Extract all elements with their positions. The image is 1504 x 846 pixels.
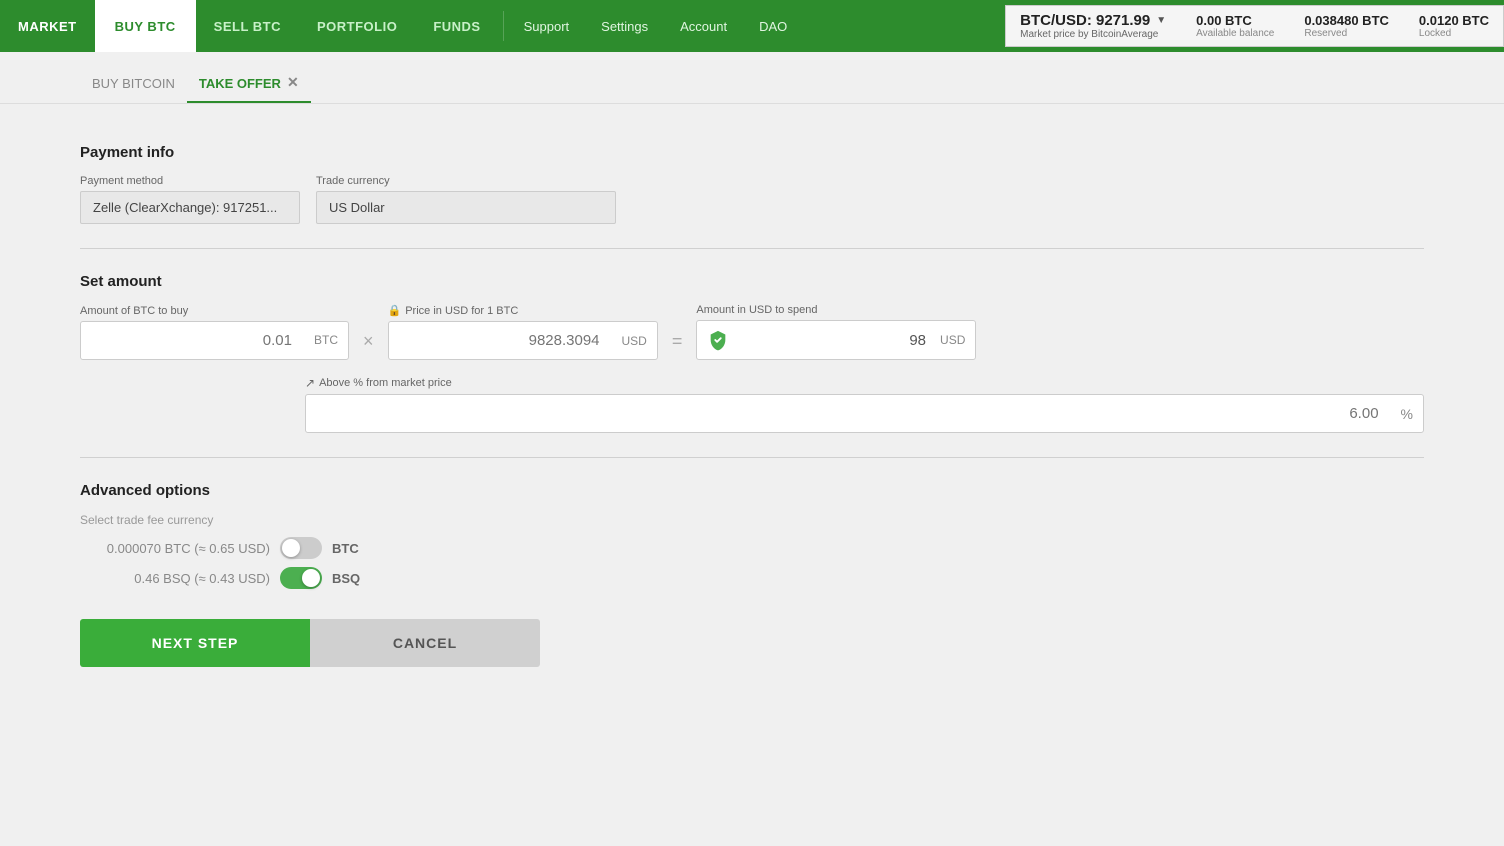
market-price-value: BTC/USD: 9271.99 ▼: [1020, 12, 1166, 29]
nav-item-support[interactable]: Support: [508, 0, 586, 52]
price-input[interactable]: [389, 322, 612, 359]
bsq-fee-row: 0.46 BSQ (≈ 0.43 USD) BSQ: [80, 567, 1424, 589]
nav-separator: [503, 11, 504, 41]
reserved-balance-label: Reserved: [1304, 28, 1389, 39]
reserved-balance-block: 0.038480 BTC Reserved: [1304, 13, 1389, 39]
pct-row-wrapper: ↗ Above % from market price %: [295, 376, 1424, 433]
btc-toggle-track: [280, 537, 322, 559]
equals-sign: =: [668, 331, 687, 352]
bsq-toggle-thumb: [302, 569, 320, 587]
btc-amount-input[interactable]: [81, 322, 304, 359]
advanced-options-title: Advanced options: [80, 482, 1424, 499]
pct-sign: %: [1391, 406, 1423, 422]
payment-info-title: Payment info: [80, 144, 1424, 161]
result-value: 98: [739, 332, 930, 349]
nav-item-account[interactable]: Account: [664, 0, 743, 52]
price-dropdown-icon[interactable]: ▼: [1156, 15, 1166, 26]
tab-take-offer[interactable]: TAKE OFFER ✕: [187, 52, 311, 103]
nav-item-buy-btc[interactable]: BUY BTC: [95, 0, 196, 52]
payment-method-value: Zelle (ClearXchange): 917251...: [80, 191, 300, 224]
result-label: Amount in USD to spend: [696, 304, 976, 316]
price-input-box: USD: [388, 321, 658, 360]
result-box: 98 USD: [696, 320, 976, 360]
payment-method-label: Payment method: [80, 175, 300, 187]
btc-currency: BTC: [304, 333, 348, 347]
nav-item-market[interactable]: MARKET: [0, 0, 95, 52]
top-nav: MARKET BUY BTC SELL BTC PORTFOLIO FUNDS …: [0, 0, 1504, 52]
available-balance-label: Available balance: [1196, 28, 1274, 39]
tab-bar: BUY BITCOIN TAKE OFFER ✕: [0, 52, 1504, 104]
btc-amount-label: Amount of BTC to buy: [80, 305, 349, 317]
main-content: BUY BITCOIN TAKE OFFER ✕ Payment info Pa…: [0, 52, 1504, 846]
locked-balance-label: Locked: [1419, 28, 1489, 39]
lock-icon: 🔒: [388, 304, 402, 317]
available-balance-block: 0.00 BTC Available balance: [1196, 13, 1274, 39]
set-amount-section: Set amount Amount of BTC to buy BTC × 🔒: [80, 273, 1424, 433]
trade-currency-value: US Dollar: [316, 191, 616, 224]
pct-group: ↗ Above % from market price %: [305, 376, 1424, 433]
trade-currency-group: Trade currency US Dollar: [316, 175, 616, 224]
section-divider-2: [80, 457, 1424, 458]
tab-buy-bitcoin[interactable]: BUY BITCOIN: [80, 52, 187, 103]
reserved-balance-value: 0.038480 BTC: [1304, 13, 1389, 28]
shield-icon-wrap: [697, 321, 739, 359]
btc-fee-currency: BTC: [332, 541, 359, 556]
price-group: 🔒 Price in USD for 1 BTC USD: [388, 304, 658, 360]
market-info-panel: BTC/USD: 9271.99 ▼ Market price by Bitco…: [1005, 5, 1504, 47]
result-group: Amount in USD to spend 98 USD: [696, 304, 976, 360]
trend-icon: ↗: [305, 376, 315, 390]
bsq-fee-amount: 0.46 BSQ (≈ 0.43 USD): [80, 571, 270, 586]
price-currency: USD: [612, 334, 657, 348]
cancel-button[interactable]: CANCEL: [310, 619, 540, 667]
select-fee-label: Select trade fee currency: [80, 513, 1424, 527]
multiply-sign: ×: [359, 331, 378, 352]
pct-label: ↗ Above % from market price: [305, 376, 1424, 390]
available-balance-value: 0.00 BTC: [1196, 13, 1274, 28]
btc-fee-amount: 0.000070 BTC (≈ 0.65 USD): [80, 541, 270, 556]
next-step-button[interactable]: NEXT STEP: [80, 619, 310, 667]
btc-toggle[interactable]: [280, 537, 322, 559]
amount-row: Amount of BTC to buy BTC × 🔒 Price in US…: [80, 304, 1424, 360]
nav-item-dao[interactable]: DAO: [743, 0, 803, 52]
payment-row: Payment method Zelle (ClearXchange): 917…: [80, 175, 1424, 224]
tab-close-icon[interactable]: ✕: [287, 74, 299, 91]
bsq-toggle[interactable]: [280, 567, 322, 589]
payment-info-section: Payment info Payment method Zelle (Clear…: [80, 144, 1424, 224]
price-label: 🔒 Price in USD for 1 BTC: [388, 304, 658, 317]
trade-currency-label: Trade currency: [316, 175, 616, 187]
pct-input[interactable]: [306, 395, 1391, 432]
button-row: NEXT STEP CANCEL: [80, 619, 1424, 667]
bsq-fee-currency: BSQ: [332, 571, 360, 586]
btc-fee-row: 0.000070 BTC (≈ 0.65 USD) BTC: [80, 537, 1424, 559]
page-body: Payment info Payment method Zelle (Clear…: [0, 104, 1504, 707]
btc-amount-input-box: BTC: [80, 321, 349, 360]
market-price-block: BTC/USD: 9271.99 ▼ Market price by Bitco…: [1020, 12, 1166, 40]
advanced-options-section: Advanced options Select trade fee curren…: [80, 482, 1424, 589]
section-divider-1: [80, 248, 1424, 249]
market-price-label: Market price by BitcoinAverage: [1020, 29, 1166, 40]
set-amount-title: Set amount: [80, 273, 1424, 290]
shield-check-icon: [707, 329, 729, 351]
result-currency: USD: [930, 333, 975, 347]
locked-balance-value: 0.0120 BTC: [1419, 13, 1489, 28]
nav-items: MARKET BUY BTC SELL BTC PORTFOLIO FUNDS …: [0, 0, 1005, 52]
locked-balance-block: 0.0120 BTC Locked: [1419, 13, 1489, 39]
nav-item-funds[interactable]: FUNDS: [415, 0, 498, 52]
nav-item-portfolio[interactable]: PORTFOLIO: [299, 0, 415, 52]
payment-method-group: Payment method Zelle (ClearXchange): 917…: [80, 175, 300, 224]
nav-item-sell-btc[interactable]: SELL BTC: [196, 0, 299, 52]
pct-input-box: %: [305, 394, 1424, 433]
btc-toggle-thumb: [282, 539, 300, 557]
bsq-toggle-track: [280, 567, 322, 589]
nav-item-settings[interactable]: Settings: [585, 0, 664, 52]
btc-amount-group: Amount of BTC to buy BTC: [80, 305, 349, 360]
